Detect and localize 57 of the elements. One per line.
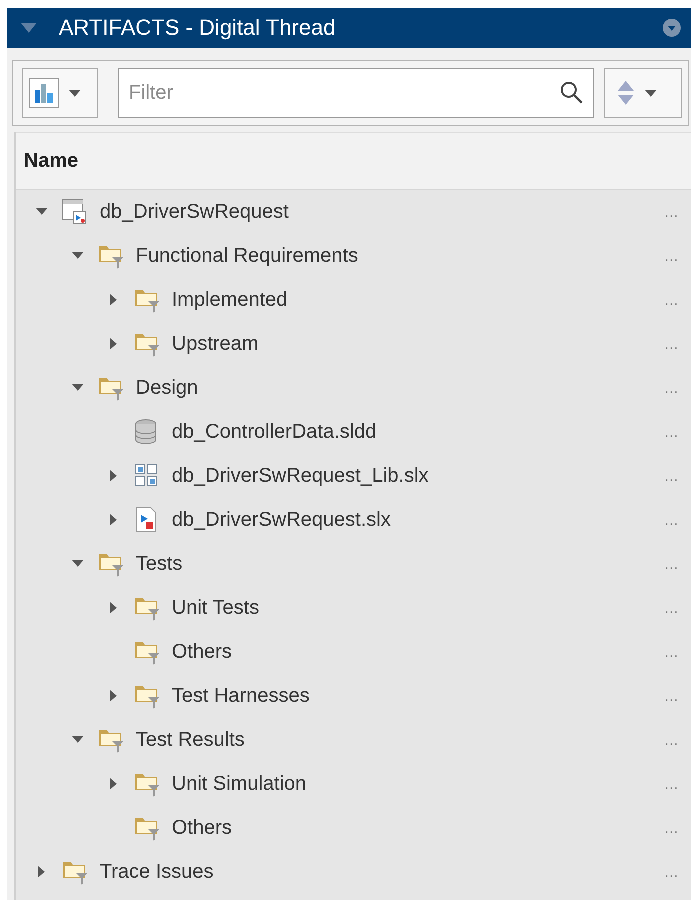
tree-item-label[interactable]: Trace Issues	[100, 860, 214, 884]
tree-item-label[interactable]: db_ControllerData.sldd	[172, 420, 377, 444]
more-options[interactable]: ...	[665, 556, 679, 572]
more-options[interactable]: ...	[665, 864, 679, 880]
column-title: Name	[24, 150, 78, 172]
folder-filter-icon	[98, 375, 124, 401]
more-options[interactable]: ...	[665, 512, 679, 528]
bar-chart-icon	[29, 78, 59, 108]
folder-filter-icon	[134, 595, 160, 621]
view-button[interactable]	[22, 68, 98, 118]
tree-item-label[interactable]: Test Results	[136, 728, 245, 752]
collapse-caret-icon[interactable]	[21, 23, 37, 33]
more-options[interactable]: ...	[665, 732, 679, 748]
tree-item-label[interactable]: Others	[172, 816, 232, 840]
folder-filter-icon	[134, 287, 160, 313]
tree-item-label[interactable]: Unit Simulation	[172, 772, 307, 796]
folder-filter-icon	[134, 331, 160, 357]
more-options[interactable]: ...	[665, 688, 679, 704]
more-options[interactable]: ...	[665, 292, 679, 308]
more-options[interactable]: ...	[665, 600, 679, 616]
more-options[interactable]: ...	[665, 776, 679, 792]
more-options[interactable]: ...	[665, 380, 679, 396]
tree-item-label[interactable]: Implemented	[172, 288, 288, 312]
more-options[interactable]: ...	[665, 820, 679, 836]
model-icon	[62, 199, 88, 225]
tree-item-label[interactable]: Upstream	[172, 332, 259, 356]
folder-filter-icon	[134, 683, 160, 709]
tree-item-label[interactable]: Unit Tests	[172, 596, 260, 620]
folder-filter-icon	[62, 859, 88, 885]
tree-item-label[interactable]: Tests	[136, 552, 183, 576]
block-grid-icon	[134, 463, 160, 489]
panel-menu-icon[interactable]	[663, 19, 681, 37]
tree-item-label[interactable]: Design	[136, 376, 198, 400]
tree-item-label[interactable]: Others	[172, 640, 232, 664]
folder-filter-icon	[134, 815, 160, 841]
more-options[interactable]: ...	[665, 248, 679, 264]
folder-filter-icon	[98, 727, 124, 753]
folder-filter-icon	[98, 243, 124, 269]
more-options[interactable]: ...	[665, 204, 679, 220]
more-options[interactable]: ...	[665, 336, 679, 352]
search-icon	[560, 81, 584, 105]
folder-filter-icon	[134, 639, 160, 665]
tree-item-label[interactable]: db_DriverSwRequest_Lib.slx	[172, 464, 429, 488]
more-options[interactable]: ...	[665, 644, 679, 660]
filter-field[interactable]: Filter	[118, 68, 594, 118]
folder-filter-icon	[134, 771, 160, 797]
sort-icon	[617, 80, 635, 106]
caret-icon	[645, 90, 657, 96]
caret-icon	[69, 90, 81, 96]
more-options[interactable]: ...	[665, 424, 679, 440]
tree-item-label[interactable]: db_DriverSwRequest	[100, 200, 289, 224]
folder-filter-icon	[98, 551, 124, 577]
tree-item-label[interactable]: Functional Requirements	[136, 244, 358, 268]
tree-item-label[interactable]: Test Harnesses	[172, 684, 310, 708]
panel-title: ARTIFACTS - Digital Thread	[59, 15, 337, 41]
tree-item-label[interactable]: db_DriverSwRequest.slx	[172, 508, 391, 532]
more-options[interactable]: ...	[665, 468, 679, 484]
